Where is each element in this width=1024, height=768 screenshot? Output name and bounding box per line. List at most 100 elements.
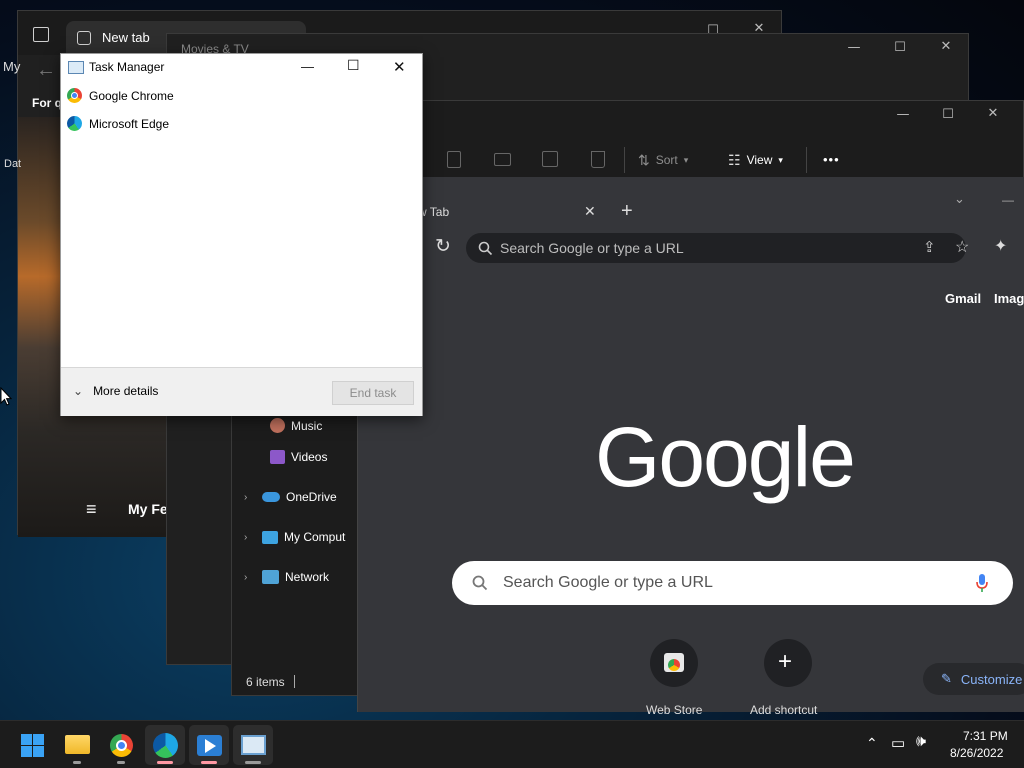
chevron-down-icon: ▾ xyxy=(778,154,783,165)
toolbar-divider xyxy=(806,147,807,173)
web-store-icon xyxy=(664,653,684,672)
end-task-label: End task xyxy=(349,386,397,400)
chevron-right-icon[interactable]: › xyxy=(244,572,256,583)
chrome-omnibox[interactable]: Search Google or type a URL ⇪ ☆ xyxy=(466,233,969,263)
new-tab-plus-icon[interactable]: + xyxy=(621,200,633,223)
movies-minimize-icon[interactable]: — xyxy=(839,40,869,55)
nav-item-music[interactable]: Music xyxy=(270,418,322,433)
network-icon[interactable]: ▭ xyxy=(891,734,905,752)
maximize-icon[interactable]: ☐ xyxy=(347,58,360,74)
explorer-close-icon[interactable]: ✕ xyxy=(978,106,1008,121)
volume-icon[interactable]: 🕪 xyxy=(916,733,926,751)
sort-icon: ⇅ xyxy=(638,151,650,168)
search-icon xyxy=(478,241,493,256)
reload-icon[interactable]: ↻ xyxy=(435,235,451,258)
share-icon[interactable]: ⇪ xyxy=(923,238,936,256)
mouse-cursor-icon xyxy=(0,387,12,406)
edge-feed-label: My Fe xyxy=(128,501,168,517)
nav-label: Network xyxy=(285,570,330,584)
extensions-icon[interactable]: ✦ xyxy=(994,236,1007,256)
chrome-icon xyxy=(67,88,82,103)
close-icon[interactable]: ✕ xyxy=(393,58,406,76)
omnibox-placeholder: Search Google or type a URL xyxy=(500,240,684,256)
app-name: Microsoft Edge xyxy=(89,116,170,131)
active-indicator xyxy=(201,761,217,764)
clock-time[interactable]: 7:31 PM xyxy=(963,729,1008,743)
nav-label: My Comput xyxy=(284,530,346,544)
sort-label: Sort xyxy=(655,153,678,167)
edge-dat-label: Dat xyxy=(4,158,22,170)
show-hidden-icons-chevron[interactable]: ⌃ xyxy=(866,735,878,752)
chrome-minimize-icon[interactable]: — xyxy=(1002,193,1014,207)
status-divider xyxy=(294,675,295,688)
tab-search-chevron-icon[interactable]: ⌄ xyxy=(954,191,965,207)
folder-icon xyxy=(65,735,90,754)
pencil-icon: ✎ xyxy=(941,671,952,686)
tab-actions-icon[interactable] xyxy=(33,27,49,42)
task-manager-icon xyxy=(241,735,266,755)
movies-maximize-icon[interactable]: ☐ xyxy=(885,40,915,55)
more-options-icon[interactable]: ••• xyxy=(823,152,840,167)
minimize-icon[interactable]: — xyxy=(301,59,314,74)
app-row-chrome[interactable]: Google Chrome xyxy=(67,88,174,103)
rename-icon[interactable] xyxy=(494,153,511,166)
task-manager-title: Task Manager xyxy=(89,60,165,74)
view-icon: ☷ xyxy=(728,151,741,168)
chevron-right-icon[interactable]: › xyxy=(244,492,256,503)
nav-item-onedrive[interactable]: › OneDrive xyxy=(244,490,337,504)
shortcut-label: Add shortcut xyxy=(750,703,818,717)
chevron-right-icon[interactable]: › xyxy=(244,532,256,543)
nav-item-my-computer[interactable]: › My Comput xyxy=(244,530,345,544)
toolbar-divider xyxy=(624,147,625,173)
explorer-minimize-icon[interactable]: — xyxy=(888,107,918,122)
nav-item-videos[interactable]: Videos xyxy=(270,450,327,464)
running-indicator xyxy=(117,761,125,764)
add-shortcut-button[interactable]: + xyxy=(764,639,812,687)
chrome-window: w Tab ✕ + ⌄ — ↻ Search Google or type a … xyxy=(357,177,1024,717)
windows-logo-icon xyxy=(21,734,44,757)
taskbar-chrome[interactable] xyxy=(101,725,141,765)
images-link[interactable]: Image xyxy=(994,291,1024,306)
edge-icon xyxy=(67,116,82,131)
task-manager-footer: ⌄ More details End task xyxy=(61,367,422,416)
customize-button[interactable]: ✎ Customize xyxy=(923,663,1024,695)
start-button[interactable] xyxy=(12,725,52,765)
movies-close-icon[interactable]: ✕ xyxy=(931,39,961,54)
nav-item-network[interactable]: › Network xyxy=(244,570,329,584)
edge-icon xyxy=(153,733,178,758)
more-details-button[interactable]: ⌄ More details xyxy=(73,384,158,398)
hamburger-menu-icon[interactable]: ≡ xyxy=(86,499,97,520)
app-row-edge[interactable]: Microsoft Edge xyxy=(67,116,169,131)
taskbar-edge[interactable] xyxy=(145,725,185,765)
taskbar-file-explorer[interactable] xyxy=(57,725,97,765)
shortcut-web-store[interactable] xyxy=(650,639,698,687)
gmail-link[interactable]: Gmail xyxy=(945,291,981,306)
google-search-box[interactable]: Search Google or type a URL xyxy=(452,561,1013,605)
delete-icon[interactable] xyxy=(591,151,605,168)
edge-for-label: For q xyxy=(32,96,62,110)
nav-label: OneDrive xyxy=(286,490,337,504)
explorer-status: 6 items xyxy=(246,675,285,689)
view-label: View xyxy=(746,153,773,167)
running-indicator xyxy=(245,761,261,764)
end-task-button[interactable]: End task xyxy=(332,381,414,405)
paste-icon[interactable] xyxy=(447,151,461,168)
active-indicator xyxy=(157,761,173,764)
computer-icon xyxy=(262,530,278,544)
back-icon[interactable]: ← xyxy=(36,59,56,82)
sort-button[interactable]: ⇅ Sort ▾ xyxy=(638,149,688,171)
app-name: Google Chrome xyxy=(89,88,174,103)
clock-date[interactable]: 8/26/2022 xyxy=(950,746,1003,760)
share-icon[interactable] xyxy=(542,151,558,167)
bookmark-star-icon[interactable]: ☆ xyxy=(955,237,969,257)
chevron-down-icon: ▾ xyxy=(683,154,689,165)
microphone-icon[interactable] xyxy=(976,573,988,593)
view-button[interactable]: ☷ View ▾ xyxy=(728,149,783,171)
taskbar-movies-tv[interactable] xyxy=(189,725,229,765)
task-manager-window: Task Manager — ☐ ✕ Google Chrome Microso… xyxy=(60,53,423,416)
edge-tab-title: New tab xyxy=(102,30,150,45)
tab-close-icon[interactable]: ✕ xyxy=(584,203,596,220)
explorer-maximize-icon[interactable]: ☐ xyxy=(933,107,963,122)
task-manager-icon xyxy=(68,61,84,74)
taskbar-task-manager[interactable] xyxy=(233,725,273,765)
